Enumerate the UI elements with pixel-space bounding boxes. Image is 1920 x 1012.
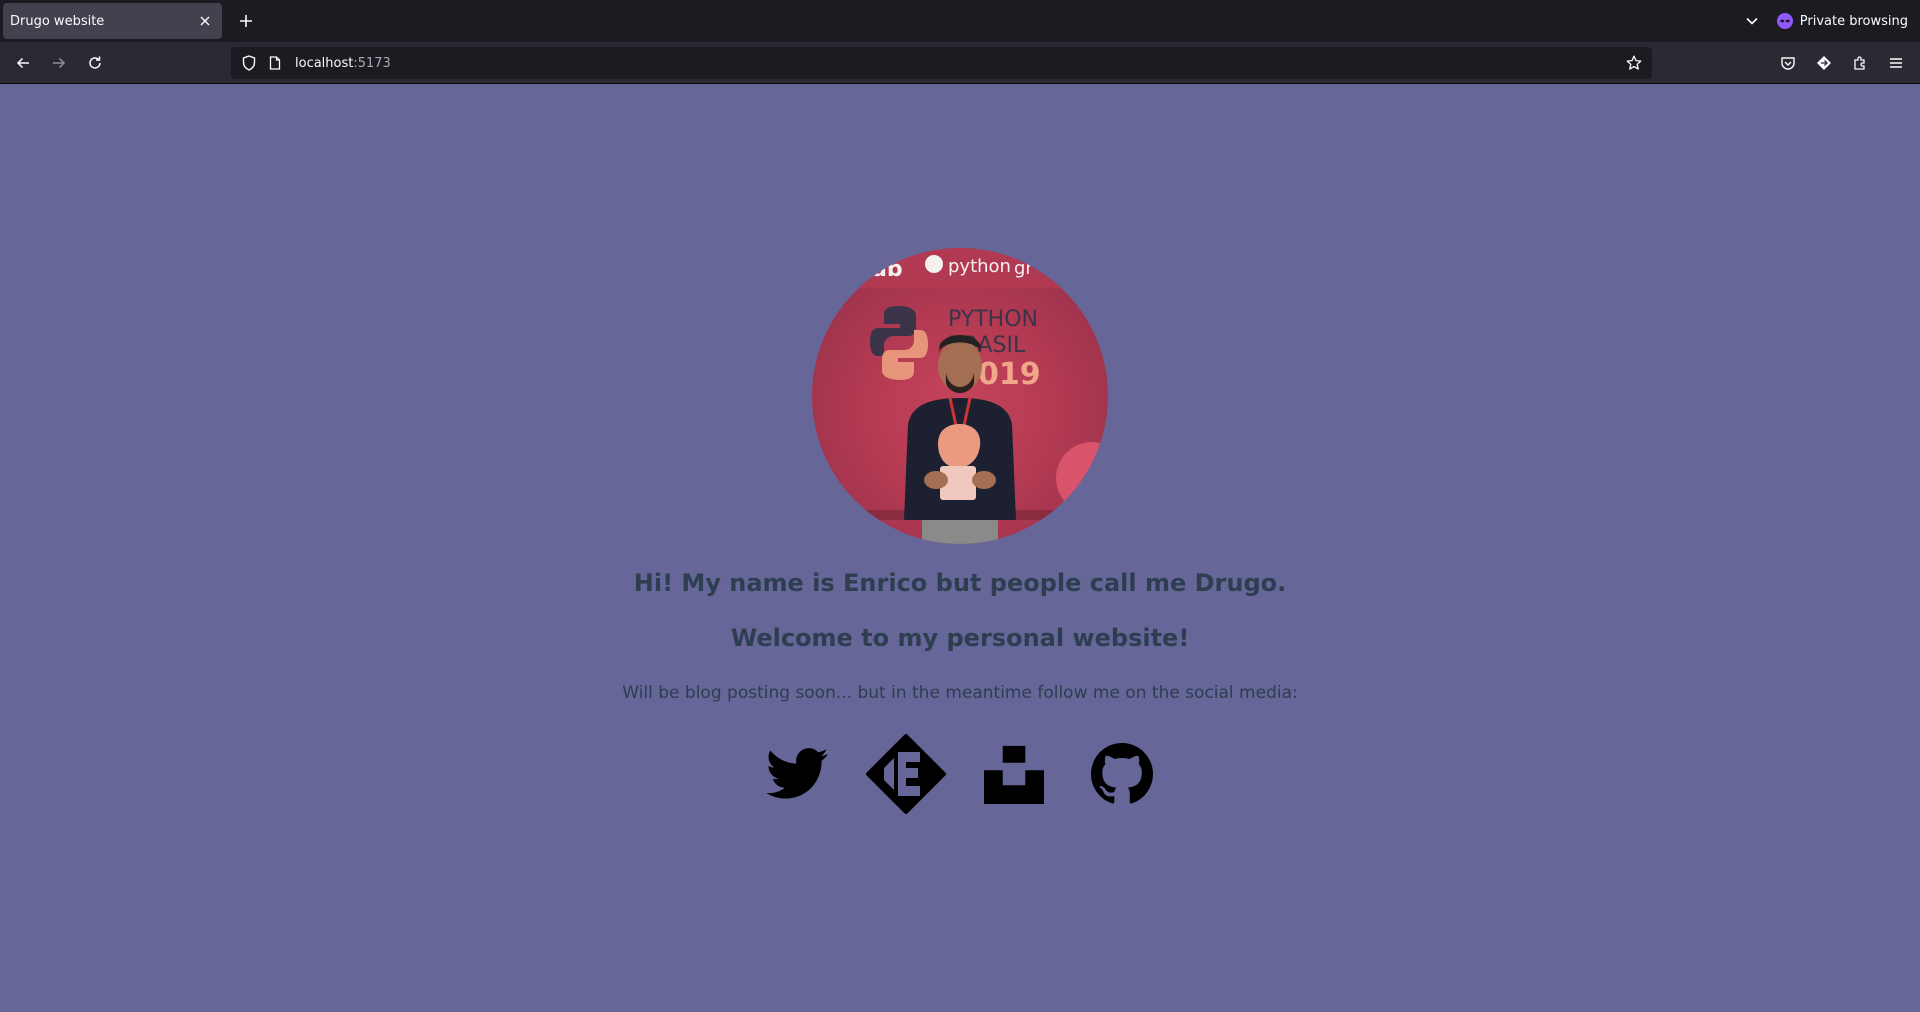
svg-text:gr: gr	[1014, 258, 1033, 279]
reload-icon	[89, 56, 101, 69]
profile-photo: ab python gr PYTHON BRASIL 019	[812, 248, 1108, 544]
profile-photo-illustration: ab python gr PYTHON BRASIL 019	[812, 248, 1108, 544]
twitter-link[interactable]	[758, 734, 838, 814]
social-links	[0, 734, 1920, 814]
github-icon	[1091, 743, 1153, 804]
navigation-toolbar: localhost:5173	[0, 42, 1920, 84]
list-all-tabs-button[interactable]	[1745, 14, 1759, 28]
diamond-logo-link[interactable]	[866, 734, 946, 814]
address-bar[interactable]: localhost:5173	[231, 47, 1652, 79]
url-port: :5173	[353, 55, 391, 71]
private-browsing-label: Private browsing	[1799, 13, 1908, 29]
github-link[interactable]	[1082, 734, 1162, 814]
plus-icon	[240, 15, 252, 27]
reload-button[interactable]	[79, 47, 111, 79]
url-text: localhost:5173	[295, 56, 391, 71]
puzzle-piece-icon	[1854, 56, 1865, 70]
arrow-left-icon	[16, 57, 29, 68]
tab-title: Drugo website	[10, 13, 105, 29]
unsplash-icon	[984, 745, 1044, 804]
back-button[interactable]	[7, 47, 39, 79]
unsplash-link[interactable]	[974, 734, 1054, 814]
extensions-button[interactable]	[1844, 47, 1876, 79]
page-info-icon[interactable]	[265, 53, 285, 73]
chevron-down-icon	[1746, 17, 1758, 25]
pocket-button[interactable]	[1772, 47, 1804, 79]
twitter-icon	[767, 748, 828, 799]
svg-text:019: 019	[978, 357, 1041, 392]
sync-diamond-icon	[1817, 56, 1831, 70]
tracking-protection-shield-icon[interactable]	[239, 53, 259, 73]
arrow-right-icon	[53, 57, 66, 68]
svg-text:PYTHON: PYTHON	[948, 307, 1038, 332]
forward-button[interactable]	[43, 47, 75, 79]
bookmark-star-icon[interactable]	[1624, 53, 1644, 73]
python-logo-graphic	[870, 306, 928, 380]
welcome-heading: Welcome to my personal website!	[730, 624, 1190, 652]
private-mask-icon	[1776, 13, 1793, 29]
account-sync-button[interactable]	[1808, 47, 1840, 79]
pocket-icon	[1781, 57, 1795, 70]
tab-bar: Drugo website Private browsing	[0, 0, 1920, 42]
greeting-heading: Hi! My name is Enrico but people call me…	[633, 569, 1287, 597]
private-browsing-indicator: Private browsing	[1776, 13, 1908, 29]
svg-text:ab: ab	[872, 257, 903, 282]
intro-paragraph: Will be blog posting soon... but in the …	[622, 683, 1298, 703]
new-tab-button[interactable]	[232, 7, 260, 35]
url-host: localhost	[295, 55, 354, 71]
hamburger-menu-icon	[1890, 58, 1902, 68]
avatar-logo-text: python	[948, 256, 1011, 277]
page-content: ab python gr PYTHON BRASIL 019 Hi! My na…	[0, 84, 1920, 1012]
browser-tab[interactable]: Drugo website	[3, 3, 222, 39]
close-tab-icon[interactable]	[196, 12, 214, 30]
diamond-logo-icon	[866, 734, 946, 814]
app-menu-button[interactable]	[1880, 47, 1912, 79]
